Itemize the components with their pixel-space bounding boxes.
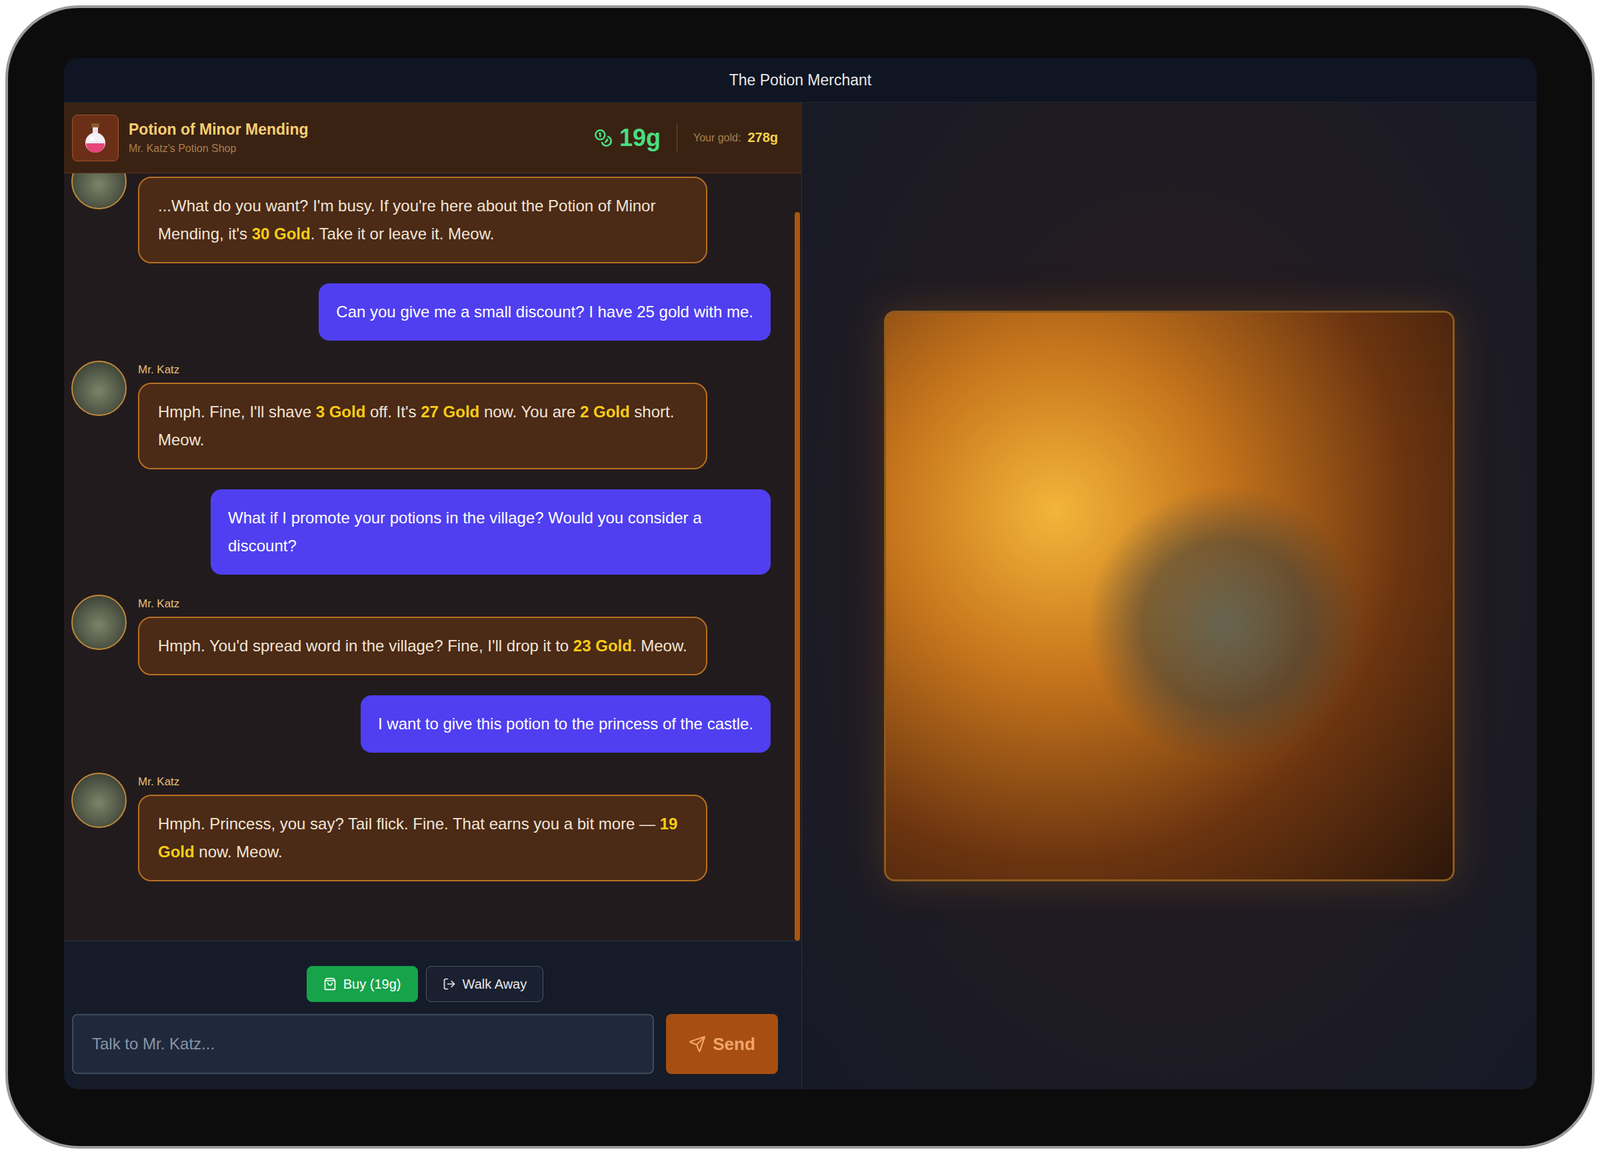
gold-amount: 19 Gold <box>158 814 678 861</box>
scrollbar[interactable] <box>793 173 802 941</box>
item-icon-box <box>72 114 119 162</box>
gold-amount: 3 Gold <box>316 402 366 421</box>
send-button[interactable]: Send <box>666 1014 778 1074</box>
merchant-message-body: Mr. Katz Hmph. You'd spread word in the v… <box>138 594 708 676</box>
input-row: Send <box>72 1014 778 1074</box>
shop-illustration <box>884 310 1455 882</box>
title-bar: The Potion Merchant <box>64 58 1537 103</box>
merchant-avatar <box>71 594 127 650</box>
gold-amount: 2 Gold <box>580 402 630 421</box>
merchant-avatar <box>71 360 127 416</box>
merchant-message: Mr. Katz Hmph. Fine, I'll shave 3 Gold of… <box>71 360 771 470</box>
merchant-avatar <box>71 772 127 828</box>
merchant-bubble: ...What do you want? I'm busy. If you're… <box>138 176 708 264</box>
gold-value: 278g <box>747 130 778 146</box>
merchant-name: Mr. Katz <box>138 775 708 789</box>
user-bubble: What if I promote your potions in the vi… <box>210 489 771 575</box>
user-message: Can you give me a small discount? I have… <box>71 283 771 341</box>
chat-area: ...What do you want? I'm busy. If you're… <box>64 173 802 941</box>
gold-amount: 23 Gold <box>573 636 632 655</box>
main-area: Potion of Minor Mending Mr. Katz's Potion… <box>64 102 1537 1090</box>
user-bubble: I want to give this potion to the prince… <box>360 695 771 753</box>
scrollbar-thumb[interactable] <box>794 212 800 941</box>
gold-amount: 30 Gold <box>252 224 311 243</box>
coins-icon <box>594 128 613 148</box>
merchant-message: Mr. Katz Hmph. You'd spread word in the v… <box>71 594 771 676</box>
message-input[interactable] <box>72 1014 654 1074</box>
app-screen: The Potion Merchant Potion of Minor Mendi… <box>64 58 1537 1090</box>
gold-amount: 27 Gold <box>420 402 480 421</box>
merchant-message-body: Mr. Katz Hmph. Princess, you say? Tail fl… <box>138 772 708 882</box>
merchant-message: ...What do you want? I'm busy. If you're… <box>71 176 771 264</box>
action-row: Buy (19g)Walk Away <box>72 966 778 1002</box>
current-price: 19g <box>619 124 661 152</box>
divider <box>676 124 678 152</box>
exit-icon <box>442 977 456 991</box>
buy-button[interactable]: Buy (19g) <box>306 966 418 1002</box>
merchant-bubble: Hmph. You'd spread word in the village? … <box>138 616 708 676</box>
merchant-name: Mr. Katz <box>138 363 708 377</box>
scene-panel <box>802 102 1537 1090</box>
item-header: Potion of Minor Mending Mr. Katz's Potion… <box>64 102 802 174</box>
user-bubble: Can you give me a small discount? I have… <box>318 283 771 341</box>
potion-icon <box>80 121 110 155</box>
message-list: ...What do you want? I'm busy. If you're… <box>64 173 794 941</box>
merchant-message-body: ...What do you want? I'm busy. If you're… <box>138 176 708 264</box>
merchant-avatar <box>71 173 127 210</box>
send-icon <box>688 1035 706 1053</box>
tablet-frame: The Potion Merchant Potion of Minor Mendi… <box>5 5 1595 1149</box>
chat-panel: Potion of Minor Mending Mr. Katz's Potion… <box>64 102 802 1090</box>
gold-label: Your gold: <box>693 132 741 144</box>
merchant-message-body: Mr. Katz Hmph. Fine, I'll shave 3 Gold of… <box>138 360 708 470</box>
merchant-name: Mr. Katz <box>138 597 708 611</box>
composer: Buy (19g)Walk Away Send <box>64 940 802 1090</box>
walk-away-button[interactable]: Walk Away <box>426 966 544 1002</box>
user-message: What if I promote your potions in the vi… <box>71 489 771 575</box>
merchant-message: Mr. Katz Hmph. Princess, you say? Tail fl… <box>71 772 771 882</box>
user-message: I want to give this potion to the prince… <box>71 695 771 753</box>
item-name: Potion of Minor Mending <box>128 120 309 139</box>
shop-name: Mr. Katz's Potion Shop <box>128 142 309 155</box>
bag-icon <box>323 977 337 991</box>
price-group: 19g Your gold: 278g <box>594 124 778 152</box>
item-info: Potion of Minor Mending Mr. Katz's Potion… <box>128 120 309 155</box>
merchant-bubble: Hmph. Fine, I'll shave 3 Gold off. It's … <box>138 382 708 470</box>
merchant-bubble: Hmph. Princess, you say? Tail flick. Fin… <box>138 794 708 882</box>
